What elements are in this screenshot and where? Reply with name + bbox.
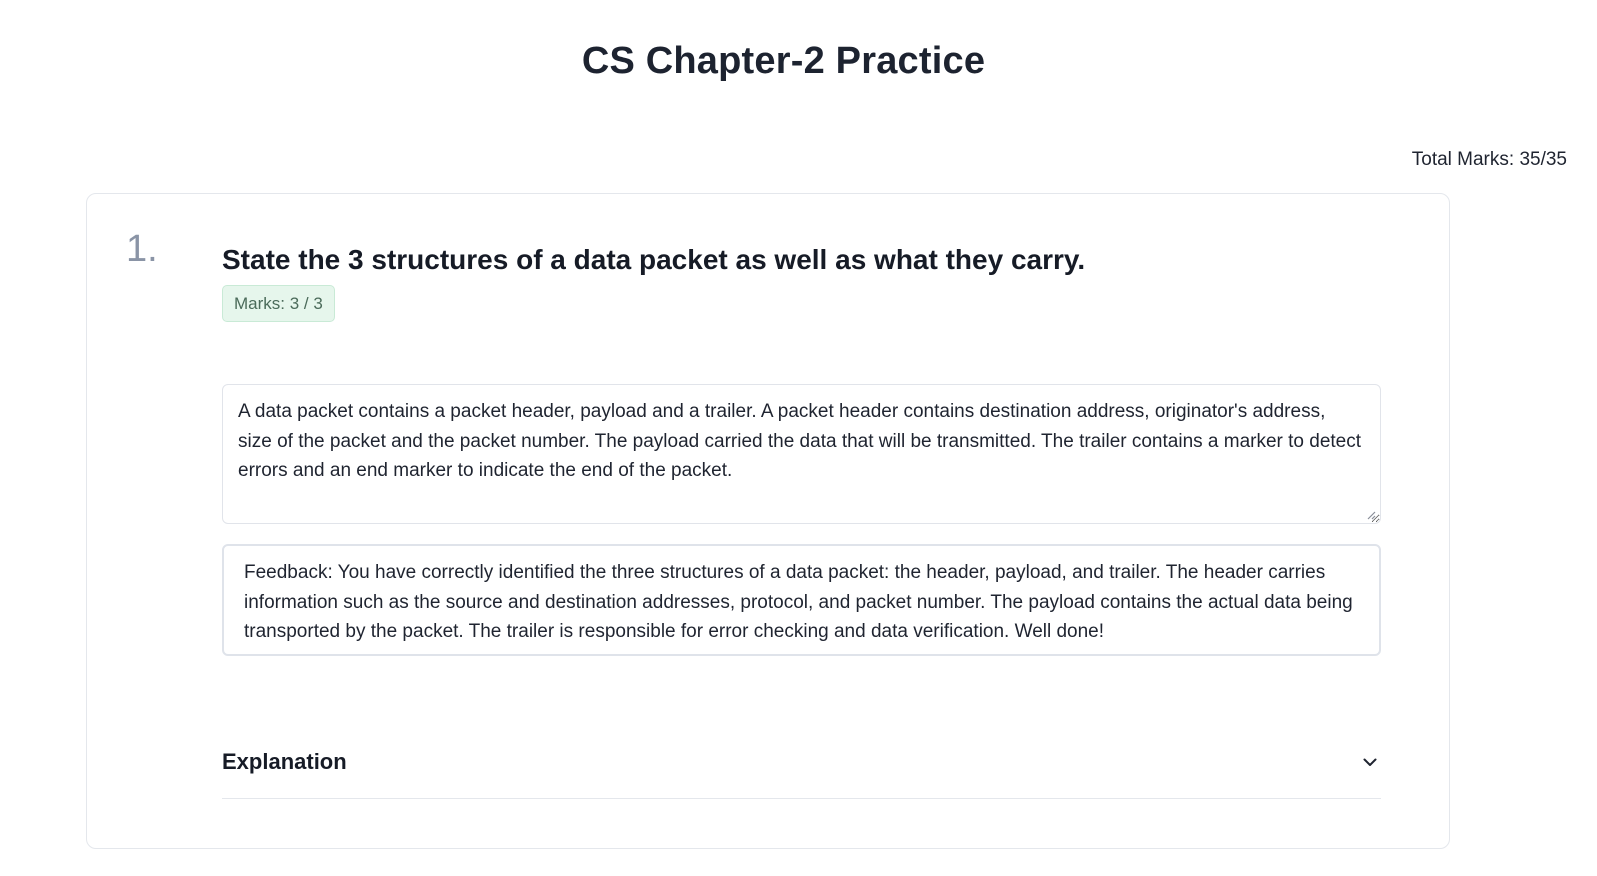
explanation-toggle[interactable]: Explanation bbox=[222, 734, 1381, 799]
marks-badge: Marks: 3 / 3 bbox=[222, 285, 335, 322]
chevron-down-icon bbox=[1361, 753, 1379, 771]
feedback-box: Feedback: You have correctly identified … bbox=[222, 544, 1381, 656]
explanation-label: Explanation bbox=[222, 749, 347, 774]
total-marks: Total Marks: 35/35 bbox=[1411, 149, 1567, 170]
question-card: 1. State the 3 structures of a data pack… bbox=[86, 193, 1450, 849]
question-number: 1. bbox=[126, 228, 158, 270]
page-title: CS Chapter-2 Practice bbox=[581, 40, 986, 82]
answer-textarea[interactable]: A data packet contains a packet header, … bbox=[222, 384, 1381, 524]
question-text: State the 3 structures of a data packet … bbox=[222, 244, 1086, 275]
page: CS Chapter-2 Practice Total Marks: 35/35… bbox=[0, 0, 1597, 876]
resize-handle-icon[interactable] bbox=[1366, 510, 1376, 520]
